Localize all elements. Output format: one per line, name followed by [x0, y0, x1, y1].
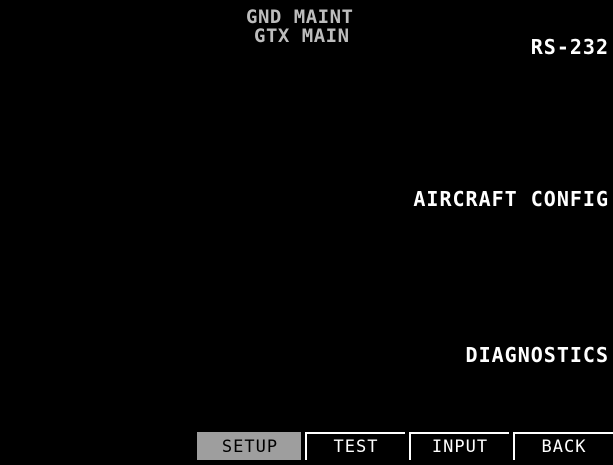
page-title: GND MAINT GTX MAIN [238, 8, 398, 46]
page-title-line2: GTX MAIN [254, 25, 350, 47]
tab-setup[interactable]: SETUP [197, 432, 301, 460]
aircraft-config-menu-option[interactable]: AIRCRAFT CONFIG [413, 187, 609, 211]
bottom-tab-bar: SETUP TEST INPUT BACK [197, 432, 613, 460]
tab-test[interactable]: TEST [305, 432, 405, 460]
rs232-menu-option[interactable]: RS-232 [531, 35, 609, 59]
tab-back[interactable]: BACK [513, 432, 613, 460]
tab-input[interactable]: INPUT [409, 432, 509, 460]
avionics-screen: GND MAINT GTX MAIN RS-232 AIRCRAFT CONFI… [0, 0, 613, 465]
diagnostics-menu-option[interactable]: DIAGNOSTICS [466, 343, 609, 367]
